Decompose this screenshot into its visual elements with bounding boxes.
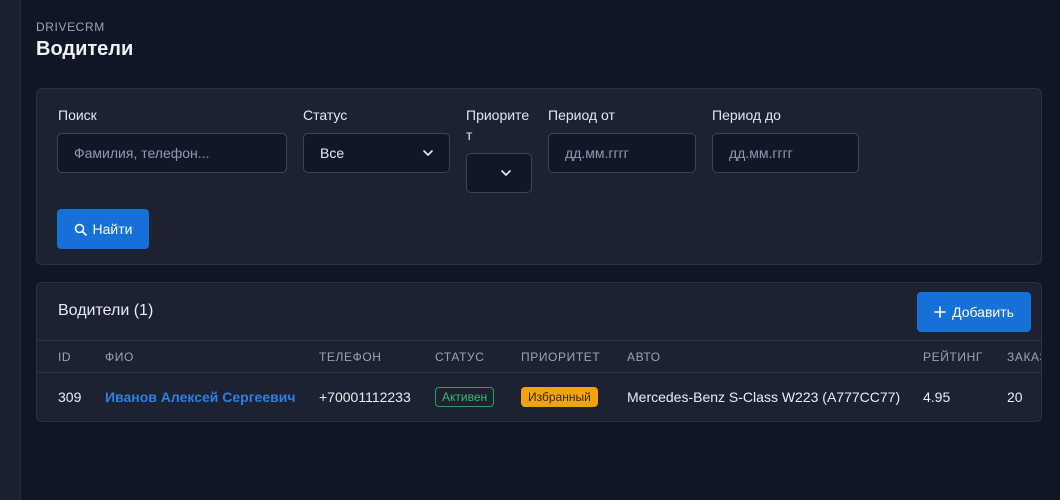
period-to-label: Период до (712, 107, 781, 123)
search-label: Поиск (58, 107, 97, 123)
chevron-down-icon (501, 170, 511, 176)
period-to-input[interactable]: дд.мм.гггг (712, 133, 859, 173)
find-button[interactable]: Найти (57, 209, 149, 249)
priority-label-line2: т (466, 127, 473, 143)
status-select[interactable]: Все (303, 133, 450, 173)
priority-badge: Избранный (521, 387, 598, 407)
column-header-rating[interactable]: РЕЙТИНГ (923, 350, 983, 364)
filter-panel: Поиск Фамилия, телефон... Статус Все При… (36, 88, 1042, 265)
cell-phone: +70001112233 (319, 389, 411, 405)
find-button-label: Найти (92, 221, 133, 237)
column-header-phone[interactable]: ТЕЛЕФОН (319, 350, 382, 364)
status-select-value: Все (320, 145, 345, 161)
cell-orders: 20 (1007, 389, 1023, 405)
column-header-priority[interactable]: ПРИОРИТЕТ (521, 350, 600, 364)
app-brand: DRIVECRM (36, 20, 105, 34)
plus-icon (934, 306, 946, 318)
column-header-name[interactable]: ФИО (105, 350, 134, 364)
column-header-id[interactable]: ID (58, 350, 71, 364)
search-icon (74, 223, 87, 236)
period-from-placeholder: дд.мм.гггг (565, 145, 629, 161)
priority-select[interactable] (466, 153, 532, 193)
search-input[interactable]: Фамилия, телефон... (57, 133, 287, 173)
period-from-input[interactable]: дд.мм.гггг (548, 133, 696, 173)
table-row[interactable]: 309 Иванов Алексей Сергеевич +7000111223… (37, 373, 1041, 421)
chevron-down-icon (423, 150, 433, 156)
cell-id: 309 (58, 389, 82, 405)
priority-label-line1: Приорите (466, 107, 530, 123)
drivers-table-card: Водители (1) Добавить ID ФИО ТЕЛЕФОН СТА… (36, 282, 1042, 422)
add-button-label: Добавить (952, 304, 1014, 320)
table-header: ID ФИО ТЕЛЕФОН СТАТУС ПРИОРИТЕТ АВТО РЕЙ… (37, 340, 1041, 373)
add-driver-button[interactable]: Добавить (917, 292, 1031, 332)
status-label: Статус (303, 107, 348, 123)
column-header-car[interactable]: АВТО (627, 350, 661, 364)
priority-label: Приорите т (466, 105, 529, 145)
column-header-status[interactable]: СТАТУС (435, 350, 485, 364)
column-header-orders[interactable]: ЗАКАЗ (1007, 350, 1041, 364)
table-title: Водители (1) (58, 302, 154, 319)
period-to-placeholder: дд.мм.гггг (729, 145, 793, 161)
driver-name-link[interactable]: Иванов Алексей Сергеевич (105, 389, 295, 405)
cell-car: Mercedes-Benz S-Class W223 (А777СС77) (627, 389, 901, 405)
search-placeholder: Фамилия, телефон... (74, 145, 210, 161)
sidebar (0, 0, 21, 500)
period-from-label: Период от (548, 107, 615, 123)
page-title: Водители (36, 38, 134, 60)
status-badge: Активен (435, 387, 495, 407)
cell-rating: 4.95 (923, 389, 951, 405)
